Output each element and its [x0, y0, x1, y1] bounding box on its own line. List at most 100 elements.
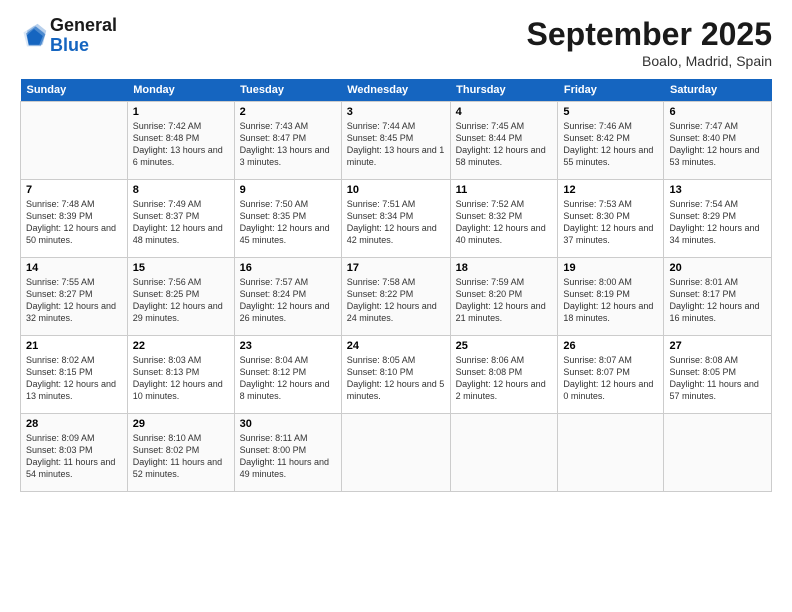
col-wednesday: Wednesday — [341, 79, 450, 102]
cell-info: Sunrise: 8:05 AMSunset: 8:10 PMDaylight:… — [347, 355, 445, 401]
calendar-cell: 18 Sunrise: 7:59 AMSunset: 8:20 PMDayligh… — [450, 258, 558, 336]
calendar-cell: 22 Sunrise: 8:03 AMSunset: 8:13 PMDayligh… — [127, 336, 234, 414]
calendar-cell: 11Sunrise: 7:52 AMSunset: 8:32 PMDayligh… — [450, 180, 558, 258]
calendar-week-4: 28 Sunrise: 8:09 AMSunset: 8:03 PMDayligh… — [21, 414, 772, 492]
cell-info: Sunrise: 7:53 AMSunset: 8:30 PMDaylight:… — [563, 199, 653, 245]
day-number: 14 — [26, 262, 122, 274]
day-number: 8 — [133, 184, 229, 196]
day-number: 3 — [347, 106, 445, 118]
cell-info: Sunrise: 7:45 AMSunset: 8:44 PMDaylight:… — [456, 121, 546, 167]
month-title: September 2025 — [527, 16, 772, 53]
day-number: 28 — [26, 418, 122, 430]
cell-info: Sunrise: 7:50 AMSunset: 8:35 PMDaylight:… — [240, 199, 330, 245]
cell-info: Sunrise: 7:46 AMSunset: 8:42 PMDaylight:… — [563, 121, 653, 167]
day-number: 12 — [563, 184, 658, 196]
cell-info: Sunrise: 7:43 AMSunset: 8:47 PMDaylight:… — [240, 121, 330, 167]
calendar-cell: 26Sunrise: 8:07 AMSunset: 8:07 PMDayligh… — [558, 336, 664, 414]
day-number: 2 — [240, 106, 336, 118]
calendar-cell: 7 Sunrise: 7:48 AMSunset: 8:39 PMDaylight… — [21, 180, 128, 258]
day-number: 30 — [240, 418, 336, 430]
day-number: 20 — [669, 262, 766, 274]
cell-info: Sunrise: 8:06 AMSunset: 8:08 PMDaylight:… — [456, 355, 546, 401]
title-block: September 2025 Boalo, Madrid, Spain — [527, 16, 772, 69]
calendar-cell: 25 Sunrise: 8:06 AMSunset: 8:08 PMDayligh… — [450, 336, 558, 414]
cell-info: Sunrise: 7:52 AMSunset: 8:32 PMDaylight:… — [456, 199, 546, 245]
cell-info: Sunrise: 8:01 AMSunset: 8:17 PMDaylight:… — [669, 277, 759, 323]
col-saturday: Saturday — [664, 79, 772, 102]
logo: General Blue — [20, 16, 117, 56]
day-number: 19 — [563, 262, 658, 274]
day-number: 25 — [456, 340, 553, 352]
calendar-cell: 29 Sunrise: 8:10 AMSunset: 8:02 PMDayligh… — [127, 414, 234, 492]
calendar-cell: 8 Sunrise: 7:49 AMSunset: 8:37 PMDaylight… — [127, 180, 234, 258]
calendar-table: Sunday Monday Tuesday Wednesday Thursday… — [20, 79, 772, 492]
calendar-cell — [21, 102, 128, 180]
calendar-cell: 3 Sunrise: 7:44 AMSunset: 8:45 PMDaylight… — [341, 102, 450, 180]
cell-info: Sunrise: 8:03 AMSunset: 8:13 PMDaylight:… — [133, 355, 223, 401]
calendar-cell: 16Sunrise: 7:57 AMSunset: 8:24 PMDayligh… — [234, 258, 341, 336]
calendar-cell: 23 Sunrise: 8:04 AMSunset: 8:12 PMDayligh… — [234, 336, 341, 414]
cell-info: Sunrise: 7:56 AMSunset: 8:25 PMDaylight:… — [133, 277, 223, 323]
calendar-cell — [341, 414, 450, 492]
cell-info: Sunrise: 8:02 AMSunset: 8:15 PMDaylight:… — [26, 355, 116, 401]
calendar-cell: 30 Sunrise: 8:11 AMSunset: 8:00 PMDayligh… — [234, 414, 341, 492]
day-number: 10 — [347, 184, 445, 196]
calendar-cell: 20 Sunrise: 8:01 AMSunset: 8:17 PMDayligh… — [664, 258, 772, 336]
header-row: Sunday Monday Tuesday Wednesday Thursday… — [21, 79, 772, 102]
day-number: 24 — [347, 340, 445, 352]
cell-info: Sunrise: 7:42 AMSunset: 8:48 PMDaylight:… — [133, 121, 223, 167]
col-sunday: Sunday — [21, 79, 128, 102]
day-number: 22 — [133, 340, 229, 352]
cell-info: Sunrise: 8:10 AMSunset: 8:02 PMDaylight:… — [133, 433, 222, 479]
day-number: 23 — [240, 340, 336, 352]
calendar-cell: 27 Sunrise: 8:08 AMSunset: 8:05 PMDayligh… — [664, 336, 772, 414]
calendar-cell: 21Sunrise: 8:02 AMSunset: 8:15 PMDayligh… — [21, 336, 128, 414]
logo-line2: Blue — [50, 35, 89, 55]
calendar-page: General Blue September 2025 Boalo, Madri… — [0, 0, 792, 612]
calendar-cell: 2 Sunrise: 7:43 AMSunset: 8:47 PMDaylight… — [234, 102, 341, 180]
day-number: 15 — [133, 262, 229, 274]
cell-info: Sunrise: 7:49 AMSunset: 8:37 PMDaylight:… — [133, 199, 223, 245]
calendar-cell: 13 Sunrise: 7:54 AMSunset: 8:29 PMDayligh… — [664, 180, 772, 258]
day-number: 1 — [133, 106, 229, 118]
logo-icon — [20, 22, 48, 50]
day-number: 27 — [669, 340, 766, 352]
calendar-cell: 17 Sunrise: 7:58 AMSunset: 8:22 PMDayligh… — [341, 258, 450, 336]
cell-info: Sunrise: 7:59 AMSunset: 8:20 PMDaylight:… — [456, 277, 546, 323]
calendar-cell: 4 Sunrise: 7:45 AMSunset: 8:44 PMDaylight… — [450, 102, 558, 180]
col-tuesday: Tuesday — [234, 79, 341, 102]
calendar-week-3: 21Sunrise: 8:02 AMSunset: 8:15 PMDayligh… — [21, 336, 772, 414]
location: Boalo, Madrid, Spain — [527, 53, 772, 69]
calendar-week-2: 14 Sunrise: 7:55 AMSunset: 8:27 PMDayligh… — [21, 258, 772, 336]
cell-info: Sunrise: 8:08 AMSunset: 8:05 PMDaylight:… — [669, 355, 758, 401]
day-number: 7 — [26, 184, 122, 196]
calendar-cell: 19Sunrise: 8:00 AMSunset: 8:19 PMDayligh… — [558, 258, 664, 336]
cell-info: Sunrise: 8:11 AMSunset: 8:00 PMDaylight:… — [240, 433, 329, 479]
cell-info: Sunrise: 8:09 AMSunset: 8:03 PMDaylight:… — [26, 433, 115, 479]
cell-info: Sunrise: 7:58 AMSunset: 8:22 PMDaylight:… — [347, 277, 437, 323]
calendar-week-0: 1 Sunrise: 7:42 AMSunset: 8:48 PMDaylight… — [21, 102, 772, 180]
cell-info: Sunrise: 8:04 AMSunset: 8:12 PMDaylight:… — [240, 355, 330, 401]
calendar-cell — [450, 414, 558, 492]
calendar-cell: 24 Sunrise: 8:05 AMSunset: 8:10 PMDayligh… — [341, 336, 450, 414]
calendar-cell: 9Sunrise: 7:50 AMSunset: 8:35 PMDaylight… — [234, 180, 341, 258]
page-header: General Blue September 2025 Boalo, Madri… — [20, 16, 772, 69]
day-number: 18 — [456, 262, 553, 274]
cell-info: Sunrise: 7:48 AMSunset: 8:39 PMDaylight:… — [26, 199, 116, 245]
cell-info: Sunrise: 7:44 AMSunset: 8:45 PMDaylight:… — [347, 121, 445, 167]
day-number: 17 — [347, 262, 445, 274]
day-number: 16 — [240, 262, 336, 274]
cell-info: Sunrise: 7:55 AMSunset: 8:27 PMDaylight:… — [26, 277, 116, 323]
day-number: 13 — [669, 184, 766, 196]
calendar-cell: 6Sunrise: 7:47 AMSunset: 8:40 PMDaylight… — [664, 102, 772, 180]
day-number: 5 — [563, 106, 658, 118]
calendar-cell: 15 Sunrise: 7:56 AMSunset: 8:25 PMDayligh… — [127, 258, 234, 336]
cell-info: Sunrise: 7:51 AMSunset: 8:34 PMDaylight:… — [347, 199, 437, 245]
calendar-cell: 1 Sunrise: 7:42 AMSunset: 8:48 PMDaylight… — [127, 102, 234, 180]
day-number: 4 — [456, 106, 553, 118]
day-number: 26 — [563, 340, 658, 352]
logo-text: General Blue — [50, 16, 117, 56]
day-number: 29 — [133, 418, 229, 430]
cell-info: Sunrise: 7:54 AMSunset: 8:29 PMDaylight:… — [669, 199, 759, 245]
calendar-week-1: 7 Sunrise: 7:48 AMSunset: 8:39 PMDaylight… — [21, 180, 772, 258]
